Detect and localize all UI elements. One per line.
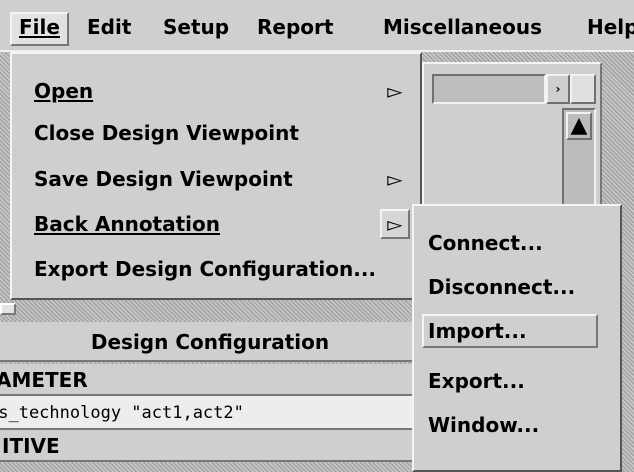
menu-file[interactable]: File [10,12,69,46]
submenu-item-import[interactable]: Import... [422,314,598,348]
submenu-arrow-icon[interactable]: ▻ [380,164,410,194]
file-menu: Open ▻ Close Design Viewpoint Save Desig… [10,52,422,300]
background-field[interactable] [432,74,546,104]
list-item[interactable]: ITIVE [0,430,420,462]
menu-miscellaneous[interactable]: Miscellaneous [376,12,549,42]
submenu-item-export[interactable]: Export... [424,364,529,398]
menu-bar: File Edit Setup Report Miscellaneous Hel… [0,0,634,52]
list-item[interactable]: ls_technology "act1,act2" [0,396,420,430]
menu-item-back-annotation[interactable]: Back Annotation [34,209,220,239]
design-configuration-title: Design Configuration [0,322,420,362]
submenu-arrow-icon[interactable]: ▻ [380,209,410,239]
menu-setup[interactable]: Setup [156,12,236,42]
menu-report[interactable]: Report [250,12,340,42]
background-small-button[interactable]: › [546,74,570,104]
menu-edit[interactable]: Edit [80,12,138,42]
list-item[interactable]: AMETER [0,364,420,396]
submenu-item-connect[interactable]: Connect... [424,226,547,260]
back-annotation-submenu: Connect... Disconnect... Import... Expor… [412,204,622,472]
submenu-item-disconnect[interactable]: Disconnect... [424,270,579,304]
background-tab[interactable] [0,303,16,315]
scroll-up-icon[interactable]: ▲ [566,112,592,140]
submenu-item-window[interactable]: Window... [424,408,543,442]
menu-help[interactable]: Help [580,12,634,42]
menu-item-save-design-viewpoint[interactable]: Save Design Viewpoint [34,164,293,194]
background-square-button[interactable] [570,74,596,104]
menu-item-export-design-configuration[interactable]: Export Design Configuration... [34,254,376,284]
menu-item-open[interactable]: Open [34,76,93,106]
menu-item-close-design-viewpoint[interactable]: Close Design Viewpoint [34,118,299,148]
submenu-arrow-icon[interactable]: ▻ [380,76,410,106]
background-divider [0,300,420,320]
